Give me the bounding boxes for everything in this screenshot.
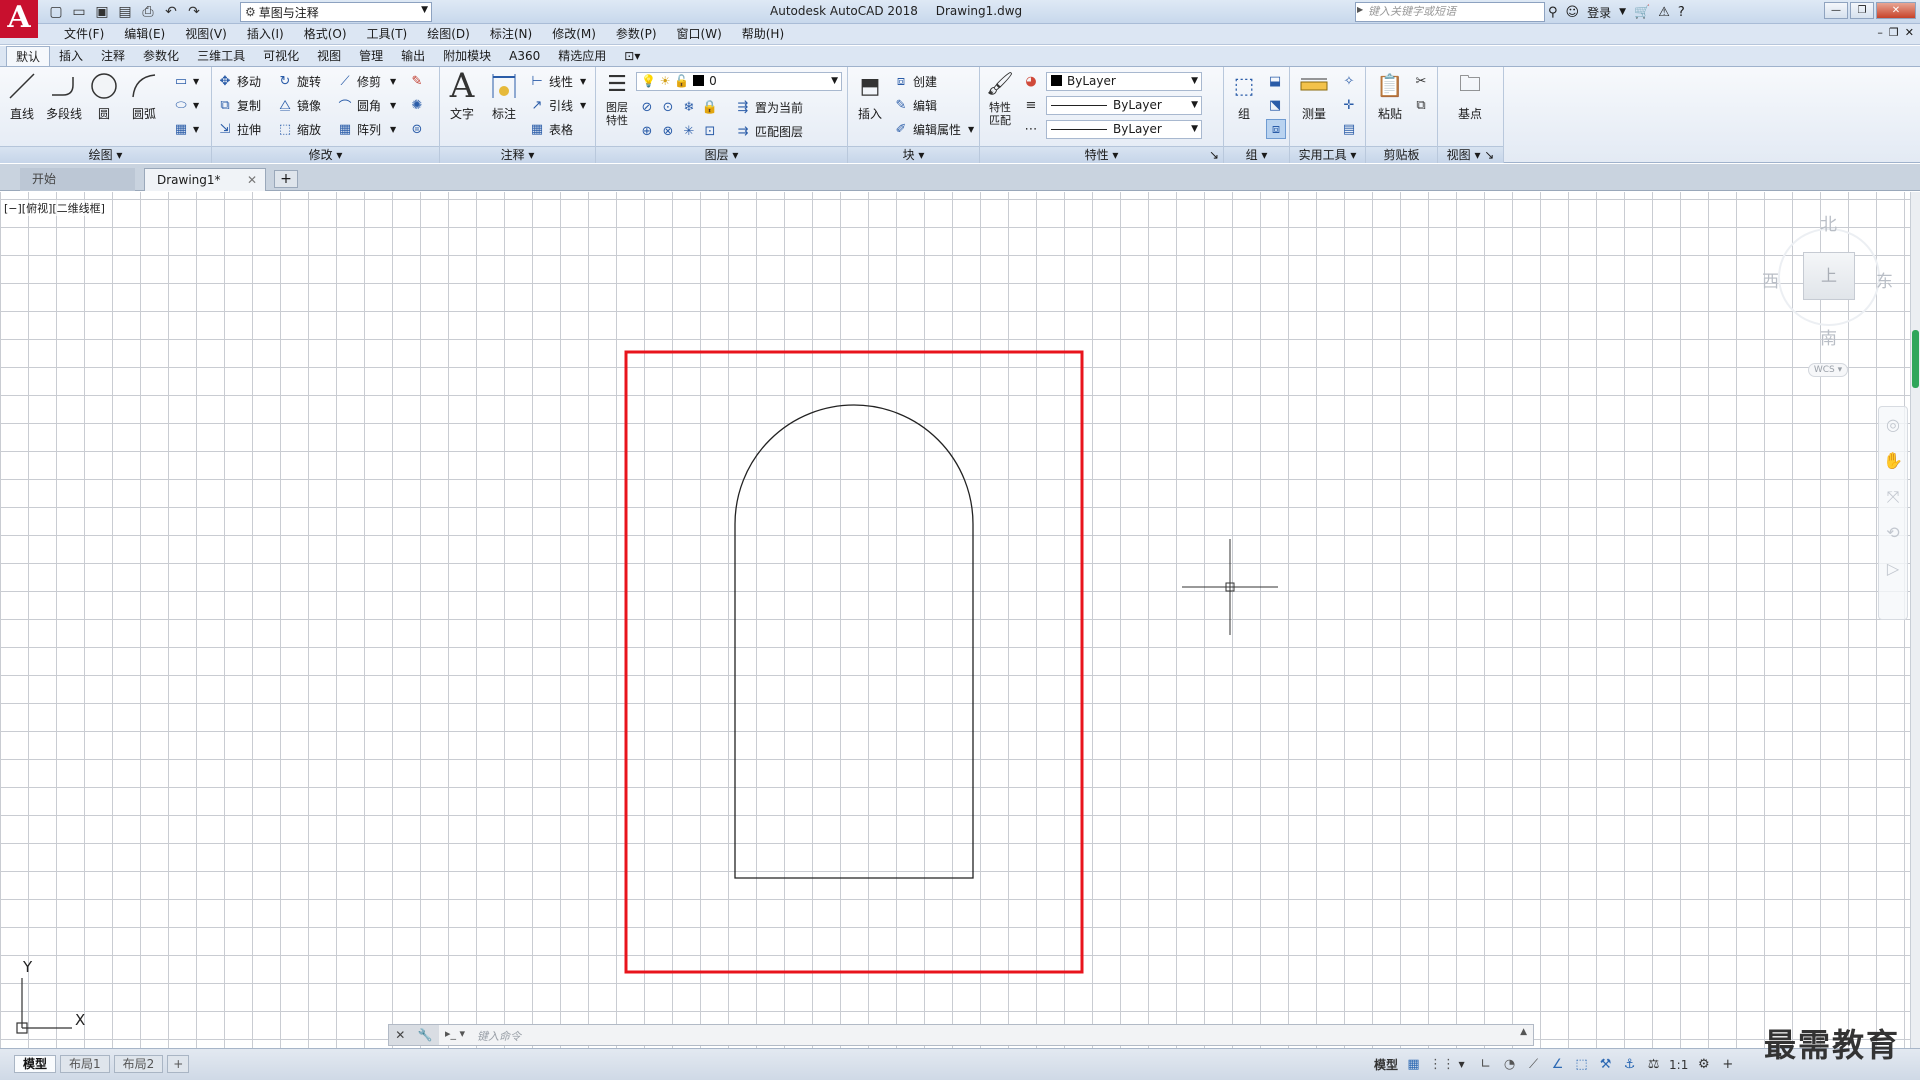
command-line: ✕ 🔧 ▸_ ▾ 键入命令 ▲	[388, 1024, 1534, 1046]
search-expand-icon[interactable]: ▶	[1357, 5, 1363, 14]
grid-icon[interactable]: ▦	[1405, 1056, 1422, 1073]
chevron-down-icon[interactable]: ▼	[1453, 1056, 1470, 1073]
orbit-icon[interactable]: ⟲	[1879, 515, 1907, 551]
scrollbar-thumb[interactable]	[1912, 330, 1919, 388]
viewcube-top-face[interactable]: 上	[1803, 252, 1855, 300]
ortho-icon[interactable]: ∟	[1477, 1056, 1494, 1073]
close-icon[interactable]: ✕	[395, 1028, 405, 1042]
wcs-menu[interactable]: WCS ▾	[1808, 363, 1848, 377]
polar-icon[interactable]: ◔	[1501, 1056, 1518, 1073]
tab-layout1[interactable]: 布局1	[60, 1055, 110, 1073]
app-menu-button[interactable]: A	[0, 0, 38, 38]
viewcube-west[interactable]: 西	[1762, 267, 1779, 292]
annotation-scale-icon[interactable]: ⚖	[1645, 1056, 1662, 1073]
wcs-label: WCS	[1813, 365, 1835, 375]
command-input[interactable]: 键入命令	[477, 1028, 521, 1044]
isodraft-icon[interactable]: ⟋	[1525, 1056, 1542, 1073]
drawing-svg	[16, 350, 1278, 1034]
pan-icon[interactable]: ✋	[1879, 443, 1907, 479]
plus-icon[interactable]: +	[1719, 1056, 1736, 1073]
ucs-x-label: X	[75, 1011, 86, 1029]
settings-icon[interactable]: ⚙	[1695, 1056, 1712, 1073]
add-layout-button[interactable]: +	[167, 1055, 190, 1073]
wrench-icon[interactable]: 🔧	[418, 1028, 433, 1042]
ucs-y-label: Y	[23, 958, 33, 976]
highlight-frame	[624, 350, 1084, 974]
viewcube-east[interactable]: 东	[1876, 267, 1893, 292]
status-tools: 模型 ▦ ⋮⋮ ▼ ∟ ◔ ⟋ ∠ ⬚ ⚒ ⚓ ⚖ 1:1 ⚙ +	[1374, 1056, 1736, 1073]
arch-shape	[734, 404, 974, 879]
autoscale-icon[interactable]: ⚓	[1621, 1056, 1638, 1073]
vertical-scrollbar[interactable]	[1910, 192, 1920, 1048]
annotation-visibility-icon[interactable]: ⚒	[1597, 1056, 1614, 1073]
object-snap-tracking-icon[interactable]: ∠	[1549, 1056, 1566, 1073]
tab-layout2[interactable]: 布局2	[113, 1055, 164, 1073]
object-snap-icon[interactable]: ⬚	[1573, 1056, 1590, 1073]
snap-icon[interactable]: ⋮⋮	[1429, 1056, 1455, 1073]
layout-tabs: 模型 布局1 布局2 +	[14, 1055, 190, 1073]
tab-model[interactable]: 模型	[14, 1055, 57, 1073]
viewcube-south[interactable]: 南	[1820, 324, 1837, 349]
navigation-bar: ◎ ✋ ⤧ ⟲ ▷	[1878, 406, 1908, 620]
showmotion-icon[interactable]: ▷	[1879, 551, 1907, 587]
steering-wheel-icon[interactable]: ◎	[1879, 407, 1907, 443]
ucs-icon	[16, 978, 72, 1034]
model-space-toggle[interactable]: 模型	[1374, 1056, 1398, 1073]
status-bar: 模型 布局1 布局2 + 模型 ▦ ⋮⋮ ▼ ∟ ◔ ⟋ ∠ ⬚ ⚒ ⚓ ⚖ 1…	[0, 1048, 1920, 1080]
chevron-up-icon[interactable]: ▲	[1520, 1027, 1527, 1037]
command-prompt-icon[interactable]: ▸_ ▾	[445, 1027, 465, 1040]
command-tools: ✕ 🔧	[389, 1025, 439, 1045]
watermark: 最需教育	[1764, 1026, 1901, 1064]
annotation-scale-value[interactable]: 1:1	[1669, 1058, 1688, 1072]
viewcube-north[interactable]: 北	[1820, 210, 1837, 235]
crosshair-cursor	[1182, 539, 1278, 635]
zoom-icon[interactable]: ⤧	[1879, 479, 1907, 515]
